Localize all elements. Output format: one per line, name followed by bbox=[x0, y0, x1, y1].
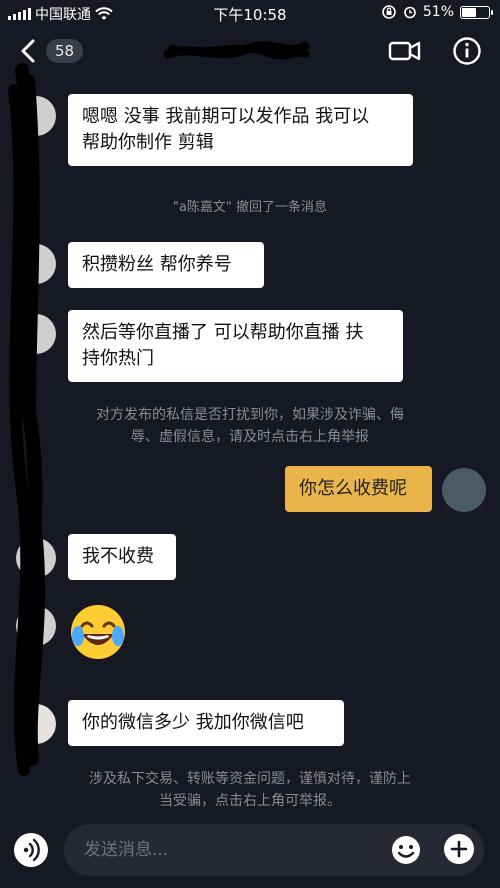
my-message-bubble[interactable]: 你怎么收费呢 bbox=[285, 466, 432, 512]
contact-avatar[interactable] bbox=[16, 244, 56, 284]
my-avatar[interactable] bbox=[442, 468, 486, 512]
contact-avatar[interactable] bbox=[16, 704, 56, 744]
safety-notice: 涉及私下交易、转账等资金问题，谨慎对待，谨防上 当受骗，点击右上角可举报。 bbox=[60, 768, 440, 812]
notice-line: 对方发布的私信是否打扰到你，如果涉及诈骗、侮 bbox=[96, 407, 404, 423]
message-text-line: 帮助你制作 剪辑 bbox=[82, 132, 214, 153]
notice-line: 涉及私下交易、转账等资金问题，谨慎对待，谨防上 bbox=[89, 771, 411, 787]
message-text-line: 然后等你直播了 可以帮助你直播 扶 bbox=[82, 322, 364, 343]
back-arrow-icon[interactable] bbox=[14, 36, 44, 66]
notice-line: 当受骗，点击右上角可举报。 bbox=[159, 793, 341, 809]
battery-fill bbox=[462, 7, 477, 17]
status-bar: 中国联通 下午10:58 51% bbox=[0, 0, 500, 26]
contact-avatar[interactable] bbox=[16, 538, 56, 578]
chat-header: 58 bbox=[0, 28, 500, 74]
message-bubble[interactable]: 嗯嗯 没事 我前期可以发作品 我可以 帮助你制作 剪辑 bbox=[68, 94, 413, 166]
battery-icon bbox=[460, 5, 493, 19]
message-text: 你怎么收费呢 bbox=[299, 478, 407, 499]
recall-notice: "a陈嘉文" 撤回了一条消息 bbox=[172, 200, 328, 215]
rotation-lock-icon bbox=[382, 5, 396, 19]
safety-notice: 对方发布的私信是否打扰到你，如果涉及诈骗、侮 辱、虚假信息，请及时点击右上角举报 bbox=[60, 404, 440, 448]
redacted-contact-name bbox=[163, 41, 310, 60]
message-input-bar bbox=[0, 818, 500, 888]
laughing-crying-face-icon[interactable] bbox=[68, 602, 128, 662]
notice-line: 辱、虚假信息，请及时点击右上角举报 bbox=[131, 429, 369, 445]
message-bubble[interactable]: 积攒粉丝 帮你养号 bbox=[68, 242, 264, 288]
message-text-line: 持你热门 bbox=[82, 348, 154, 369]
contact-avatar[interactable] bbox=[16, 314, 56, 354]
message-text-line: 嗯嗯 没事 我前期可以发作品 我可以 bbox=[82, 106, 370, 127]
contact-avatar[interactable] bbox=[16, 96, 56, 136]
contact-avatar[interactable] bbox=[16, 606, 56, 646]
message-text: 你的微信多少 我加你微信吧 bbox=[82, 712, 304, 733]
status-right: 51% bbox=[381, 4, 493, 20]
info-icon[interactable] bbox=[452, 36, 482, 66]
battery-percent: 51% bbox=[422, 4, 454, 20]
message-bubble[interactable]: 然后等你直播了 可以帮助你直播 扶 持你热门 bbox=[68, 310, 403, 382]
plus-icon bbox=[450, 840, 468, 858]
unread-count-badge[interactable]: 58 bbox=[46, 39, 84, 63]
emoji-icon[interactable] bbox=[390, 834, 422, 866]
voice-message-button[interactable] bbox=[14, 833, 48, 867]
message-bubble[interactable]: 你的微信多少 我加你微信吧 bbox=[68, 700, 344, 746]
sound-wave-icon bbox=[23, 838, 40, 862]
message-text: 积攒粉丝 帮你养号 bbox=[82, 254, 232, 275]
video-camera-icon[interactable] bbox=[388, 38, 422, 64]
alarm-icon bbox=[404, 6, 416, 19]
message-text: 我不收费 bbox=[82, 546, 154, 567]
more-options-button[interactable] bbox=[444, 834, 474, 864]
message-bubble[interactable]: 我不收费 bbox=[68, 534, 176, 580]
